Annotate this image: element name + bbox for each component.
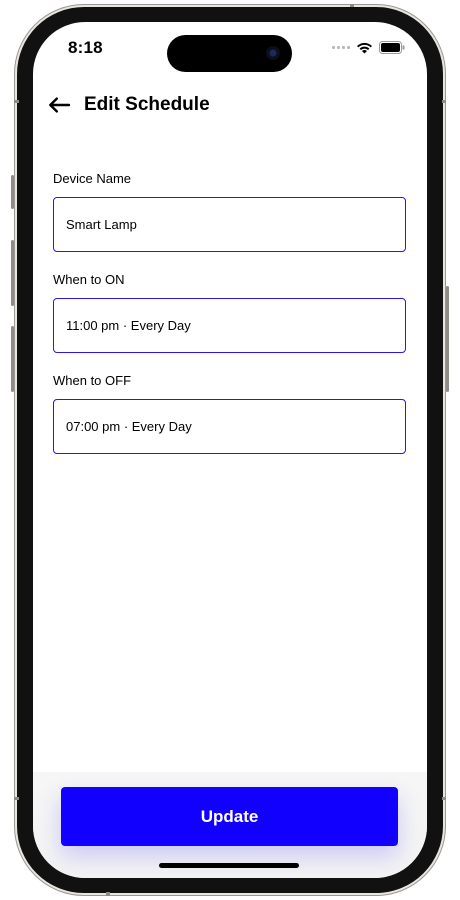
app-screen: 8:18 Edit Schedule Device Name Smart Lam…	[33, 22, 427, 878]
when-off-label: When to OFF	[53, 373, 132, 388]
device-name-field[interactable]: Smart Lamp	[53, 197, 406, 252]
device-name-label: Device Name	[53, 171, 132, 186]
when-on-label: When to ON	[53, 272, 125, 287]
app-header: Edit Schedule	[48, 94, 210, 116]
power-button	[446, 286, 449, 392]
arrow-left-icon[interactable]	[48, 97, 70, 113]
antenna-line	[350, 4, 354, 7]
antenna-line	[14, 100, 19, 103]
antenna-line	[14, 797, 19, 800]
camera-icon	[266, 46, 280, 60]
device-frame: 8:18 Edit Schedule Device Name Smart Lam…	[0, 0, 460, 900]
cellular-signal-icon	[332, 46, 350, 49]
home-indicator[interactable]	[159, 863, 299, 868]
when-on-field[interactable]: 11:00 pm · Every Day	[53, 298, 406, 353]
antenna-line	[106, 892, 110, 896]
status-time: 8:18	[68, 38, 103, 57]
page-title: Edit Schedule	[84, 94, 210, 115]
dynamic-island	[167, 35, 292, 72]
when-off-field[interactable]: 07:00 pm · Every Day	[53, 399, 406, 454]
update-button[interactable]: Update	[61, 787, 398, 846]
wifi-icon	[357, 42, 372, 53]
battery-icon	[379, 41, 405, 54]
antenna-line	[442, 100, 446, 103]
antenna-line	[442, 797, 446, 800]
status-icons	[332, 41, 405, 54]
